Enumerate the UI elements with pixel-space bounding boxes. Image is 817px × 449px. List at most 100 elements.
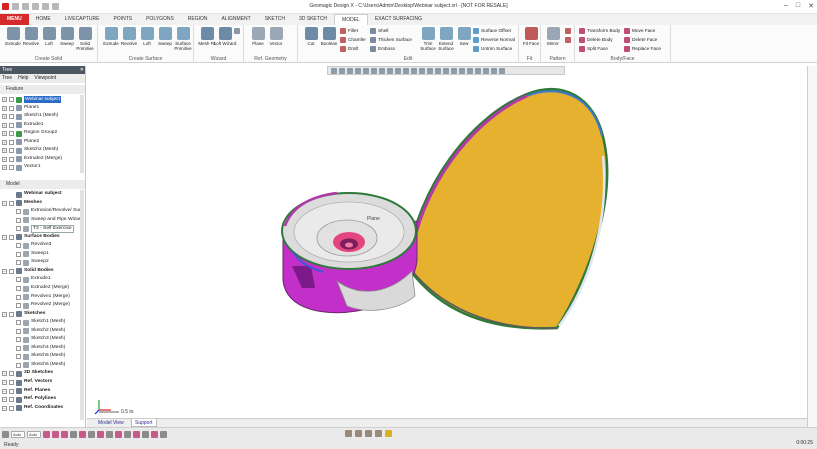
visibility-checkbox[interactable] xyxy=(9,234,14,240)
model-tree-item[interactable]: Sketch1 (Mesh) xyxy=(0,318,85,327)
model-tree-item[interactable]: − 3D Sketches xyxy=(0,369,85,378)
delete-face-button[interactable]: Delete Face xyxy=(624,36,657,44)
edge-select-icon[interactable] xyxy=(97,431,104,438)
visibility-checkbox[interactable] xyxy=(16,286,21,292)
more-select-icon[interactable] xyxy=(160,431,167,438)
right-collapsed-panel[interactable] xyxy=(807,66,817,438)
model-tree-item[interactable]: Sweep and Pipe Wizard xyxy=(0,216,85,225)
reverse-normal-button[interactable]: Reverse Normal xyxy=(473,36,515,44)
model-tree-item[interactable]: Sketch6 (Mesh) xyxy=(0,361,85,370)
model-tree-item[interactable]: − Sketches xyxy=(0,310,85,319)
solid-primitive-button[interactable]: Solid Primitive xyxy=(73,27,97,54)
feature-tree-item[interactable]: + Webinar subject xyxy=(0,95,85,104)
expand-toggle-icon[interactable]: − xyxy=(2,388,7,394)
visibility-checkbox[interactable] xyxy=(16,226,21,232)
expand-toggle-icon[interactable]: − xyxy=(2,380,7,386)
visibility-checkbox[interactable] xyxy=(16,328,21,334)
visibility-checkbox[interactable] xyxy=(16,277,21,283)
visibility-checkbox[interactable] xyxy=(9,311,14,317)
region-select-icon[interactable] xyxy=(61,431,68,438)
model-tree-item[interactable]: − Surface Bodies xyxy=(0,233,85,242)
tab-sketch[interactable]: SKETCH xyxy=(258,14,292,25)
feature-tree-item[interactable]: + Extrude2 (Merge) xyxy=(0,155,85,164)
model-tree-item[interactable]: − Ref. Coordinates xyxy=(0,404,85,413)
close-button[interactable]: ✕ xyxy=(808,2,814,10)
face-select-icon[interactable] xyxy=(88,431,95,438)
expand-toggle-icon[interactable]: + xyxy=(2,148,7,154)
visibility-checkbox[interactable] xyxy=(9,131,14,137)
model-tree-item[interactable]: Sketch3 (Mesh) xyxy=(0,335,85,344)
surface-offset-button[interactable]: Surface Offset xyxy=(473,27,511,35)
model-tree-item[interactable]: T3 - Self Exercise xyxy=(0,224,85,234)
coord-select-icon[interactable] xyxy=(151,431,158,438)
visibility-checkbox[interactable] xyxy=(16,209,21,215)
maximize-button[interactable]: □ xyxy=(796,2,800,10)
select-filter-icon[interactable] xyxy=(2,431,9,438)
expand-toggle-icon[interactable]: − xyxy=(2,405,7,411)
tab-menu[interactable]: MENU xyxy=(0,14,29,25)
feature-tree-item[interactable]: + Sketch1 (Mesh) xyxy=(0,112,85,121)
measure-icon[interactable] xyxy=(365,430,372,437)
visibility-checkbox[interactable] xyxy=(16,303,21,309)
model-tree-item[interactable]: Webinar subject xyxy=(0,190,85,199)
plane-select-icon[interactable] xyxy=(133,431,140,438)
boolean-button[interactable]: Boolean xyxy=(317,27,341,54)
draft-button[interactable]: Draft xyxy=(340,45,358,53)
transform-body-button[interactable]: Transform Body xyxy=(579,27,620,35)
vector-select-icon[interactable] xyxy=(142,431,149,438)
expand-toggle-icon[interactable]: + xyxy=(2,139,7,145)
point-select-icon[interactable] xyxy=(70,431,77,438)
expand-toggle-icon[interactable]: − xyxy=(2,397,7,403)
tab-support[interactable]: Support xyxy=(131,419,157,427)
visibility-checkbox[interactable] xyxy=(16,337,21,343)
feature-tree-item[interactable]: + Extrude1 xyxy=(0,121,85,130)
ref-select-icon[interactable] xyxy=(124,431,131,438)
tab-home[interactable]: HOME xyxy=(29,14,58,25)
model-tree-scrollbar[interactable] xyxy=(80,190,84,420)
visibility-checkbox[interactable] xyxy=(9,200,14,206)
move-face-button[interactable]: Move Face xyxy=(624,27,655,35)
feature-tree-scrollbar[interactable] xyxy=(80,95,84,173)
snap-icon[interactable] xyxy=(43,431,50,438)
model-tree-item[interactable]: Extrusion/Revolve/ Surf xyxy=(0,207,85,216)
fillet-button[interactable]: Fillet xyxy=(340,27,358,35)
feature-tree-item[interactable]: + Plane2 xyxy=(0,138,85,147)
selection-filter-select[interactable]: Auto xyxy=(27,431,41,438)
expand-toggle-icon[interactable]: + xyxy=(2,105,7,111)
visibility-checkbox[interactable] xyxy=(16,320,21,326)
visibility-checkbox[interactable] xyxy=(16,260,21,266)
visibility-checkbox[interactable] xyxy=(16,217,21,223)
fit-face-button[interactable]: Fit Face xyxy=(519,27,543,54)
visibility-checkbox[interactable] xyxy=(9,268,14,274)
visibility-checkbox[interactable] xyxy=(9,380,14,386)
shell-button[interactable]: Shell xyxy=(370,27,388,35)
tab-tree[interactable]: Tree xyxy=(2,74,12,83)
capture-icon[interactable] xyxy=(345,430,352,437)
tree-panel-close-icon[interactable]: ✕ xyxy=(80,66,84,74)
model-tree-item[interactable]: Extrude1 xyxy=(0,275,85,284)
visibility-checkbox[interactable] xyxy=(16,354,21,360)
sketch-select-icon[interactable] xyxy=(115,431,122,438)
feature-tree-item[interactable]: + Sketch2 (Mesh) xyxy=(0,146,85,155)
tab-points[interactable]: POINTS xyxy=(106,14,139,25)
visibility-checkbox[interactable] xyxy=(16,243,21,249)
wizard-extra-icon[interactable] xyxy=(234,27,242,35)
visibility-checkbox[interactable] xyxy=(9,388,14,394)
visibility-checkbox[interactable] xyxy=(9,122,14,128)
record-icon[interactable] xyxy=(355,430,362,437)
visibility-checkbox[interactable] xyxy=(9,105,14,111)
replace-face-button[interactable]: Replace Face xyxy=(624,45,661,53)
model-tree-item[interactable]: − Meshes xyxy=(0,199,85,208)
visibility-checkbox[interactable] xyxy=(16,294,21,300)
vector-button[interactable]: Vector xyxy=(264,27,288,54)
thicken-surface-button[interactable]: Thicken Surface xyxy=(370,36,412,44)
model-tree-item[interactable]: Sketch5 (Mesh) xyxy=(0,352,85,361)
vertex-select-icon[interactable] xyxy=(106,431,113,438)
pattern-extra-2-icon[interactable] xyxy=(565,36,573,44)
expand-toggle-icon[interactable]: + xyxy=(2,156,7,162)
tab-alignment[interactable]: ALIGNMENT xyxy=(215,14,258,25)
visibility-checkbox[interactable] xyxy=(9,371,14,377)
expand-toggle-icon[interactable]: + xyxy=(2,97,7,102)
model-tree-item[interactable]: Revolve2 (Merge) xyxy=(0,301,85,310)
visibility-checkbox[interactable] xyxy=(9,139,14,145)
